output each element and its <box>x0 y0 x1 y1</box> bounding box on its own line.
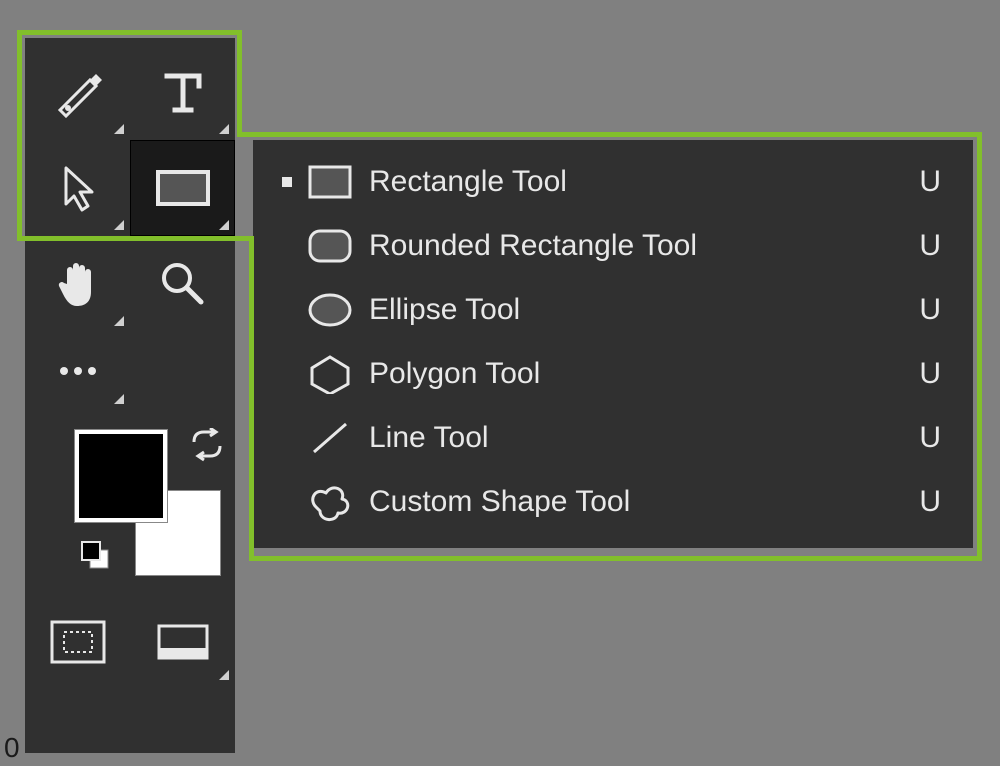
polygon-icon <box>299 354 361 394</box>
highlight-edge <box>17 30 241 35</box>
selected-dot-icon <box>275 177 299 187</box>
line-icon <box>299 418 361 458</box>
ellipse-icon <box>299 291 361 329</box>
tools-panel <box>25 38 235 753</box>
highlight-edge <box>237 30 242 136</box>
foreground-color[interactable] <box>75 430 167 522</box>
highlight-edge <box>17 236 253 241</box>
flyout-indicator-icon <box>114 124 124 134</box>
flyout-label: Rectangle Tool <box>361 165 909 199</box>
ellipsis-icon <box>58 363 98 379</box>
default-colors[interactable] <box>80 540 110 570</box>
flyout-label: Polygon Tool <box>361 357 909 391</box>
rectangle-icon <box>152 164 214 212</box>
hand-icon <box>53 258 103 310</box>
color-swatches <box>25 410 235 580</box>
flyout-label: Line Tool <box>361 421 909 455</box>
flyout-item-rounded-rectangle[interactable]: Rounded Rectangle Tool U <box>253 214 973 278</box>
flyout-shortcut: U <box>909 357 941 391</box>
quick-mask-tool[interactable] <box>25 598 130 686</box>
flyout-label: Custom Shape Tool <box>361 485 909 519</box>
rectangle-tool[interactable] <box>130 140 235 236</box>
pen-icon <box>52 66 104 118</box>
flyout-item-line[interactable]: Line Tool U <box>253 406 973 470</box>
screen-mode-icon <box>155 620 211 664</box>
arrow-icon <box>54 162 102 214</box>
flyout-shortcut: U <box>909 485 941 519</box>
ruler-origin: 0 <box>0 730 24 766</box>
highlight-edge <box>249 556 982 561</box>
flyout-shortcut: U <box>909 293 941 327</box>
flyout-shortcut: U <box>909 165 941 199</box>
highlight-edge <box>249 236 254 560</box>
flyout-shortcut: U <box>909 229 941 263</box>
swap-colors[interactable] <box>190 428 218 456</box>
flyout-indicator-icon <box>114 394 124 404</box>
flyout-item-polygon[interactable]: Polygon Tool U <box>253 342 973 406</box>
flyout-label: Rounded Rectangle Tool <box>361 229 909 263</box>
flyout-item-ellipse[interactable]: Ellipse Tool U <box>253 278 973 342</box>
flyout-indicator-icon <box>219 670 229 680</box>
rounded-rectangle-icon <box>299 227 361 265</box>
flyout-item-custom-shape[interactable]: Custom Shape Tool U <box>253 470 973 534</box>
path-selection-tool[interactable] <box>25 140 130 236</box>
flyout-indicator-icon <box>114 316 124 326</box>
screen-mode-tool[interactable] <box>130 598 235 686</box>
zoom-tool[interactable] <box>130 236 235 332</box>
highlight-edge <box>977 132 982 560</box>
flyout-shortcut: U <box>909 421 941 455</box>
type-tool[interactable] <box>130 44 235 140</box>
edit-toolbar[interactable] <box>25 332 130 410</box>
highlight-edge <box>17 30 22 240</box>
rectangle-icon <box>299 163 361 201</box>
magnifier-icon <box>157 258 209 310</box>
flyout-indicator-icon <box>219 220 229 230</box>
hand-tool[interactable] <box>25 236 130 332</box>
pen-tool[interactable] <box>25 44 130 140</box>
empty-slot <box>130 332 235 410</box>
type-icon <box>157 66 209 118</box>
custom-shape-icon <box>299 481 361 523</box>
flyout-indicator-icon <box>219 124 229 134</box>
highlight-edge <box>237 132 981 137</box>
quick-mask-icon <box>50 620 106 664</box>
flyout-item-rectangle[interactable]: Rectangle Tool U <box>253 150 973 214</box>
flyout-indicator-icon <box>114 220 124 230</box>
shape-tool-flyout: Rectangle Tool U Rounded Rectangle Tool … <box>253 140 973 548</box>
flyout-label: Ellipse Tool <box>361 293 909 327</box>
